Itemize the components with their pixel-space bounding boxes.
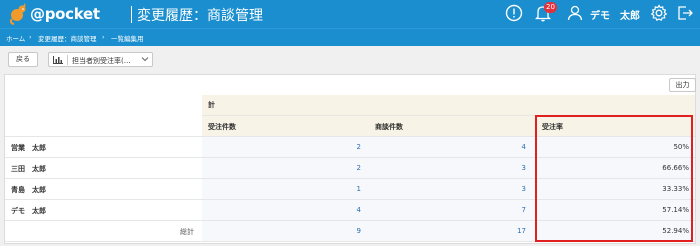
cell-deals[interactable]: 7 <box>367 200 532 221</box>
page-title: 変更履歴：商談管理 <box>137 8 263 24</box>
logout-icon[interactable] <box>675 3 695 23</box>
gear-icon[interactable] <box>649 3 669 23</box>
select-divider <box>67 55 68 65</box>
cell-orders[interactable]: 4 <box>202 200 367 221</box>
cell-deals[interactable]: 3 <box>367 158 532 179</box>
row-label: 営業 太郎 <box>5 137 202 158</box>
cell-rate: 57.14% <box>532 200 695 221</box>
row-label: デモ 太郎 <box>5 200 202 221</box>
row-label: 三田 太郎 <box>5 158 202 179</box>
row-label: 青島 太郎 <box>5 179 202 200</box>
cell-deals[interactable]: 4 <box>367 137 532 158</box>
breadcrumb: ホーム › 変更履歴：商談管理 › 一覧編集用 <box>0 28 700 46</box>
cell-rate: 50% <box>532 137 695 158</box>
cell-orders[interactable]: 1 <box>202 179 367 200</box>
chevron-down-icon <box>141 57 149 62</box>
total-deals[interactable]: 17 <box>367 221 532 242</box>
notification-badge: 20 <box>544 2 557 13</box>
export-button[interactable]: 出力 <box>669 78 696 92</box>
kangaroo-logo-icon <box>9 3 26 25</box>
total-rate: 52.94% <box>532 221 695 242</box>
breadcrumb-separator: › <box>102 33 105 41</box>
column-header-deals: 商談件数 <box>367 116 532 137</box>
toolbar: 戻る 担当者別受注率(… <box>0 46 700 74</box>
breadcrumb-separator: › <box>29 33 32 41</box>
bar-chart-icon <box>53 56 63 64</box>
total-row-label: 総計 <box>5 221 202 242</box>
cell-orders[interactable]: 2 <box>202 158 367 179</box>
info-alert-icon[interactable] <box>504 3 524 23</box>
breadcrumb-change-history[interactable]: 変更履歴：商談管理 <box>38 33 97 43</box>
user-icon[interactable] <box>565 3 585 23</box>
report-select[interactable]: 担当者別受注率(… <box>48 52 153 67</box>
app-header: @pocket 変更履歴：商談管理 20 デモ 太郎 <box>0 0 700 28</box>
column-header-orders: 受注件数 <box>202 116 367 137</box>
breadcrumb-home[interactable]: ホーム <box>6 33 25 43</box>
total-orders[interactable]: 9 <box>202 221 367 242</box>
user-name[interactable]: デモ 太郎 <box>590 7 640 22</box>
header-divider <box>131 6 132 23</box>
group-header-total: 計 <box>202 95 695 116</box>
report-panel: 出力 計 受注件数 商談件数 受注率 営業 太郎 2 4 50% 三田 太郎 2… <box>4 74 696 244</box>
column-header-rate: 受注率 <box>532 116 695 137</box>
table-corner-cell <box>5 95 202 137</box>
cell-rate: 66.66% <box>532 158 695 179</box>
app-logo-text[interactable]: @pocket <box>30 5 100 23</box>
cell-deals[interactable]: 3 <box>367 179 532 200</box>
back-button[interactable]: 戻る <box>8 52 38 67</box>
breadcrumb-current: 一覧編集用 <box>111 35 144 43</box>
cell-orders[interactable]: 2 <box>202 137 367 158</box>
cell-rate: 33.33% <box>532 179 695 200</box>
report-select-value: 担当者別受注率(… <box>72 57 131 65</box>
